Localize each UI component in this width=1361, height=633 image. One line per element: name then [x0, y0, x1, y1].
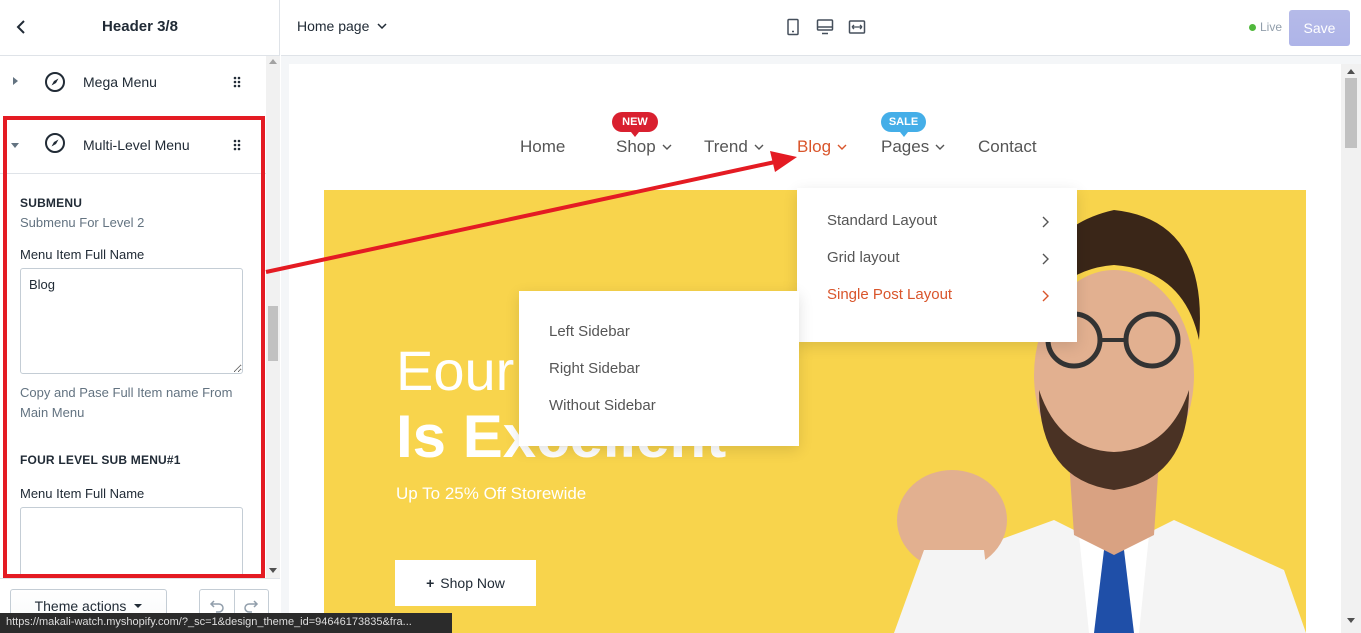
drag-handle-icon[interactable]: [232, 76, 242, 88]
block-label: Mega Menu: [83, 74, 157, 90]
dropdown-item-standard-layout[interactable]: Standard Layout: [797, 212, 1077, 238]
dropdown-item-single-post-layout[interactable]: Single Post Layout: [797, 286, 1077, 312]
theme-actions-label: Theme actions: [34, 598, 127, 614]
sidebar-panel: Header 3/8 Mega Menu Multi-Level Menu SU…: [0, 0, 280, 633]
browser-status-url: https://makali-watch.myshopify.com/?_sc=…: [0, 613, 452, 633]
shop-now-button[interactable]: + Shop Now: [395, 560, 536, 606]
device-switcher: [784, 18, 866, 36]
undo-icon: [209, 600, 224, 613]
chevron-down-icon: [837, 144, 847, 150]
shop-now-label: Shop Now: [440, 575, 505, 591]
single-post-submenu: Left Sidebar Right Sidebar Without Sideb…: [519, 291, 799, 446]
scroll-up-arrow-icon[interactable]: [269, 59, 277, 64]
fullwidth-view-button[interactable]: [848, 18, 866, 36]
hero-heading-line1: Eour: [396, 339, 515, 402]
submenu-item-without-sidebar[interactable]: Without Sidebar: [549, 397, 656, 414]
caret-right-icon[interactable]: [10, 76, 20, 86]
desktop-icon: [816, 19, 834, 35]
chevron-right-icon: [1042, 253, 1049, 265]
nav-label: Shop: [616, 137, 656, 156]
nav-label: Pages: [881, 137, 930, 156]
badge-sale: SALE: [881, 112, 926, 137]
block-mega-menu[interactable]: Mega Menu: [0, 56, 266, 108]
chevron-down-icon: [662, 144, 672, 150]
editor-toolbar: Home page Live Save: [281, 0, 1361, 56]
nav-item-pages[interactable]: Pages: [881, 137, 945, 157]
compass-icon: [45, 72, 65, 92]
nav-item-shop[interactable]: Shop: [616, 137, 672, 157]
submenu-item-right-sidebar[interactable]: Right Sidebar: [549, 360, 640, 377]
expand-icon: [848, 20, 866, 34]
desktop-view-button[interactable]: [816, 18, 834, 36]
nav-item-blog[interactable]: Blog: [797, 137, 847, 157]
preview-scrollbar[interactable]: [1341, 64, 1361, 633]
scrollbar-thumb[interactable]: [1345, 78, 1357, 148]
panel-scrollbar[interactable]: [266, 56, 280, 578]
blog-dropdown: Standard Layout Grid layout Single Post …: [797, 188, 1077, 342]
chevron-down-icon: [377, 23, 387, 29]
nav-item-contact[interactable]: Contact: [978, 137, 1037, 157]
hero-subheading: Up To 25% Off Storewide: [396, 484, 587, 503]
chevron-right-icon: [1042, 290, 1049, 302]
panel-header: Header 3/8: [0, 0, 280, 56]
dropdown-label: Standard Layout: [827, 212, 938, 229]
nav-item-home[interactable]: Home: [520, 137, 565, 157]
live-status: Live: [1249, 20, 1282, 34]
live-dot-icon: [1249, 23, 1256, 31]
submenu-item-left-sidebar[interactable]: Left Sidebar: [549, 323, 630, 340]
live-label: Live: [1260, 20, 1283, 34]
scroll-up-arrow-icon[interactable]: [1347, 69, 1355, 74]
panel-scroll-area[interactable]: Mega Menu Multi-Level Menu SUBMENU Subme…: [0, 56, 266, 578]
chevron-down-icon: [754, 144, 764, 150]
mobile-icon: [787, 18, 799, 36]
scroll-down-arrow-icon[interactable]: [1347, 618, 1355, 623]
page-selector[interactable]: Home page: [297, 18, 387, 34]
storefront-preview[interactable]: NEW SALE Home Shop Trend Blog Pages Cont…: [289, 64, 1341, 633]
nav-label: Blog: [797, 137, 832, 156]
chevron-down-icon: [935, 144, 945, 150]
dropdown-label: Grid layout: [827, 249, 900, 266]
save-button[interactable]: Save: [1289, 10, 1350, 46]
highlight-box: [3, 116, 265, 578]
nav-label: Home: [520, 137, 566, 156]
nav-label: Trend: [704, 137, 748, 156]
mobile-view-button[interactable]: [784, 18, 802, 36]
scrollbar-thumb[interactable]: [268, 306, 278, 361]
caret-down-icon: [134, 604, 143, 608]
nav-item-trend[interactable]: Trend: [704, 137, 764, 157]
nav-label: Contact: [978, 137, 1037, 156]
scroll-down-arrow-icon[interactable]: [269, 568, 277, 573]
dropdown-label: Single Post Layout: [827, 286, 953, 303]
dropdown-item-grid-layout[interactable]: Grid layout: [797, 249, 1077, 275]
redo-icon: [244, 600, 259, 613]
theme-editor: Header 3/8 Mega Menu Multi-Level Menu SU…: [0, 0, 1361, 633]
badge-new: NEW: [612, 112, 658, 137]
page-selector-label: Home page: [297, 18, 370, 34]
chevron-right-icon: [1042, 216, 1049, 228]
plus-icon: +: [426, 575, 435, 591]
panel-title: Header 3/8: [102, 18, 178, 35]
